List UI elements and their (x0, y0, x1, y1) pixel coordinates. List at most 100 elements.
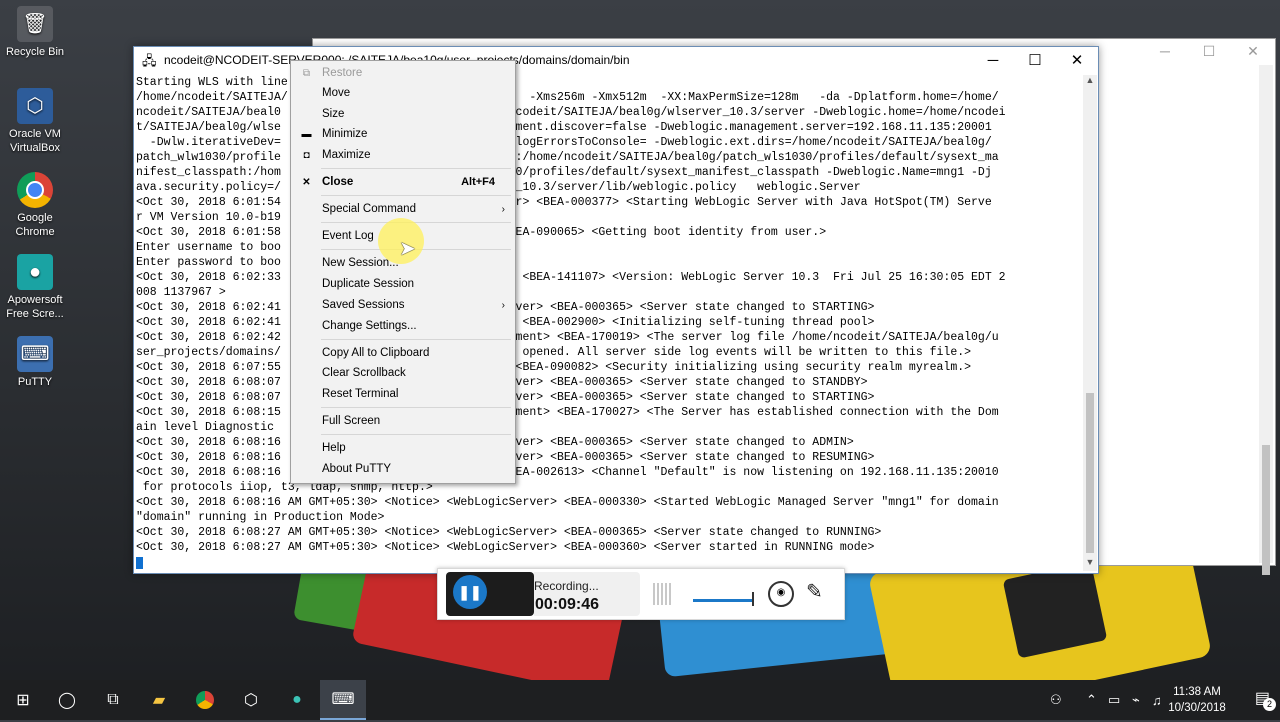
close-button[interactable]: ✕ (1056, 51, 1098, 69)
desktop-icon-virtualbox[interactable]: ⬡ Oracle VM VirtualBox (0, 88, 70, 155)
menu-item-maximize[interactable]: ◘ Maximize (291, 145, 515, 165)
menu-separator (321, 195, 511, 196)
recording-timer: 00:09:46 (535, 596, 600, 613)
terminal-line: ava.security.policy=/ server_10.3/server… (136, 181, 861, 194)
terminal-line: <Oct 30, 2018 6:02:42 Management> <BEA-1… (136, 331, 999, 344)
terminal-line: Starting WLS with line: (136, 76, 295, 89)
clock-time: 11:38 AM (1173, 686, 1221, 698)
desktop-icon-chrome[interactable]: Google Chrome (0, 172, 70, 239)
terminal-line: <Oct 30, 2018 6:08:16 er> <BEA-002613> <… (136, 466, 999, 479)
terminal-line: <Oct 30, 2018 6:08:16 gicServer> <BEA-00… (136, 451, 875, 464)
pen-icon[interactable]: ✎ (806, 579, 823, 604)
menu-item-copy-all[interactable]: Copy All to Clipboard (291, 343, 515, 363)
terminal-line: <Oct 30, 2018 6:07:55 rity> <BEA-090082>… (136, 361, 972, 374)
background-scrollbar[interactable] (1259, 65, 1273, 575)
start-button[interactable]: ⊞ (0, 680, 46, 720)
terminal-line: Enter username to boo (136, 241, 281, 254)
menu-item-saved-sessions[interactable]: Saved Sessions › (291, 295, 515, 315)
minimize-icon: ▬ (301, 128, 312, 140)
scroll-up-icon[interactable]: ▲ (1083, 75, 1097, 89)
close-icon: ✕ (302, 176, 311, 188)
putty-window[interactable]: 🖧 ncodeit@NCODEIT-SERVER000: /SAITEJA/be… (133, 46, 1099, 574)
task-view-button[interactable]: ⧉ (90, 680, 136, 720)
putty-icon[interactable]: 🖧 (142, 52, 158, 68)
menu-separator (321, 407, 511, 408)
menu-item-change-settings[interactable]: Change Settings... (291, 316, 515, 336)
network-icon[interactable]: ⌁ (1132, 680, 1140, 720)
window-titlebar[interactable]: 🖧 ncodeit@NCODEIT-SERVER000: /SAITEJA/be… (134, 47, 1098, 73)
chevron-right-icon: › (501, 203, 505, 215)
taskbar-apowersoft[interactable]: ● (274, 680, 320, 720)
drag-handle-icon[interactable] (653, 583, 671, 605)
apowersoft-icon: ● (17, 254, 53, 290)
taskbar-clock[interactable]: 11:38 AM 10/30/2018 (1162, 684, 1232, 716)
pause-button[interactable]: ❚❚ (453, 575, 487, 609)
virtualbox-icon: ⬡ (244, 692, 258, 709)
volume-handle[interactable] (752, 592, 754, 606)
terminal-line: <Oct 30, 2018 6:08:16 AM GMT+05:30> <Not… (136, 496, 999, 509)
terminal-line: <Oct 30, 2018 6:02:41 nager> <BEA-002900… (136, 316, 875, 329)
chevron-up-icon[interactable]: ⌃ (1086, 680, 1097, 720)
terminal-line: Enter password to boo (136, 256, 281, 269)
menu-item-duplicate-session[interactable]: Duplicate Session (291, 274, 515, 294)
chrome-icon (196, 691, 214, 709)
menu-item-reset-terminal[interactable]: Reset Terminal (291, 384, 515, 404)
terminal-line: patch_wlw1030/profile gspath:/home/ncode… (136, 151, 999, 164)
terminal-line: r VM Version 10.0-b19 (136, 211, 281, 224)
terminal-line: <Oct 30, 2018 6:02:41 gicServer> <BEA-00… (136, 301, 875, 314)
menu-item-minimize[interactable]: ▬ Minimize (291, 124, 515, 144)
terminal-line: /home/ncodeit/SAITEJA/ erver -Xms256m -X… (136, 91, 999, 104)
taskbar-virtualbox[interactable]: ⬡ (228, 680, 274, 720)
terminal-line: 008 1137967 > (136, 286, 226, 299)
desktop-icon-recycle-bin[interactable]: 🗑 Recycle Bin (0, 6, 70, 59)
scroll-down-icon[interactable]: ▼ (1083, 557, 1097, 571)
menu-item-full-screen[interactable]: Full Screen (291, 411, 515, 431)
chevron-right-icon: › (501, 299, 505, 311)
terminal-line: nifest_classpath:/hom _cie660/profiles/d… (136, 166, 992, 179)
pause-icon: ❚❚ (458, 583, 482, 600)
desktop-icon-label: Recycle Bin (5, 46, 65, 58)
menu-item-restore[interactable]: ⧉ Restore (291, 63, 515, 83)
restore-icon: ⧉ (302, 67, 311, 79)
desktop-icon-putty[interactable]: ⌨ PuTTY (0, 336, 70, 389)
terminal-line: for protocols iiop, t3, ldap, snmp, http… (136, 481, 433, 494)
taskbar-chrome[interactable] (182, 680, 228, 720)
menu-item-clear-scrollback[interactable]: Clear Scrollback (291, 363, 515, 383)
virtualbox-icon: ⬡ (17, 88, 53, 124)
minimize-button[interactable]: ─ (972, 52, 1014, 69)
terminal-area[interactable]: Starting WLS with line: /home/ncodeit/SAI… (135, 75, 1082, 571)
maximize-icon: ◘ (303, 149, 310, 161)
menu-item-help[interactable]: Help (291, 438, 515, 458)
menu-item-size[interactable]: Size (291, 104, 515, 124)
people-icon[interactable]: ⚇ (1050, 680, 1062, 720)
taskbar-putty[interactable]: ⌨ (320, 680, 366, 720)
terminal-scrollbar[interactable]: ▲ ▼ (1083, 75, 1097, 571)
close-icon[interactable]: ✕ (1231, 43, 1275, 60)
volume-icon[interactable]: ♫ (1152, 680, 1162, 720)
menu-item-move[interactable]: Move (291, 83, 515, 103)
terminal-line: <Oct 30, 2018 6:08:27 AM GMT+05:30> <Not… (136, 526, 882, 539)
apowersoft-icon: ● (292, 691, 302, 708)
search-button[interactable]: ◯ (44, 680, 90, 720)
webcam-icon[interactable]: ◉ (768, 581, 794, 607)
maximize-button[interactable]: ☐ (1014, 51, 1056, 69)
terminal-line: -Dwlw.iterativeDev= -Dwlw.logErrorsToCon… (136, 136, 992, 149)
menu-item-close[interactable]: ✕ Close Alt+F4 (291, 172, 515, 192)
menu-item-about[interactable]: About PuTTY (291, 459, 515, 479)
terminal-line: <Oct 30, 2018 6:01:54 cServer> <BEA-0003… (136, 196, 992, 209)
terminal-line: "domain" running in Production Mode> (136, 511, 385, 524)
power-icon[interactable]: ▭ (1108, 680, 1120, 720)
menu-separator (321, 168, 511, 169)
maximize-icon[interactable]: ☐ (1187, 43, 1231, 60)
menu-item-special-command[interactable]: Special Command › (291, 199, 515, 219)
taskbar-file-explorer[interactable]: ▰ (136, 680, 182, 720)
terminal-cursor (136, 557, 143, 569)
menu-separator (321, 434, 511, 435)
desktop-icon-apowersoft[interactable]: ● Apowersoft Free Scre... (0, 254, 70, 321)
desktop-icon-label: Apowersoft Free Scre... (6, 294, 64, 320)
recording-toolbar: ❚❚ Recording... 00:09:46 ◉ ✎ (437, 568, 845, 620)
minimize-icon[interactable]: ─ (1143, 43, 1187, 59)
volume-slider[interactable] (693, 599, 753, 602)
scrollbar-thumb[interactable] (1086, 393, 1094, 553)
window-title: ncodeit@NCODEIT-SERVER000: /SAITEJA/bea1… (164, 53, 630, 67)
